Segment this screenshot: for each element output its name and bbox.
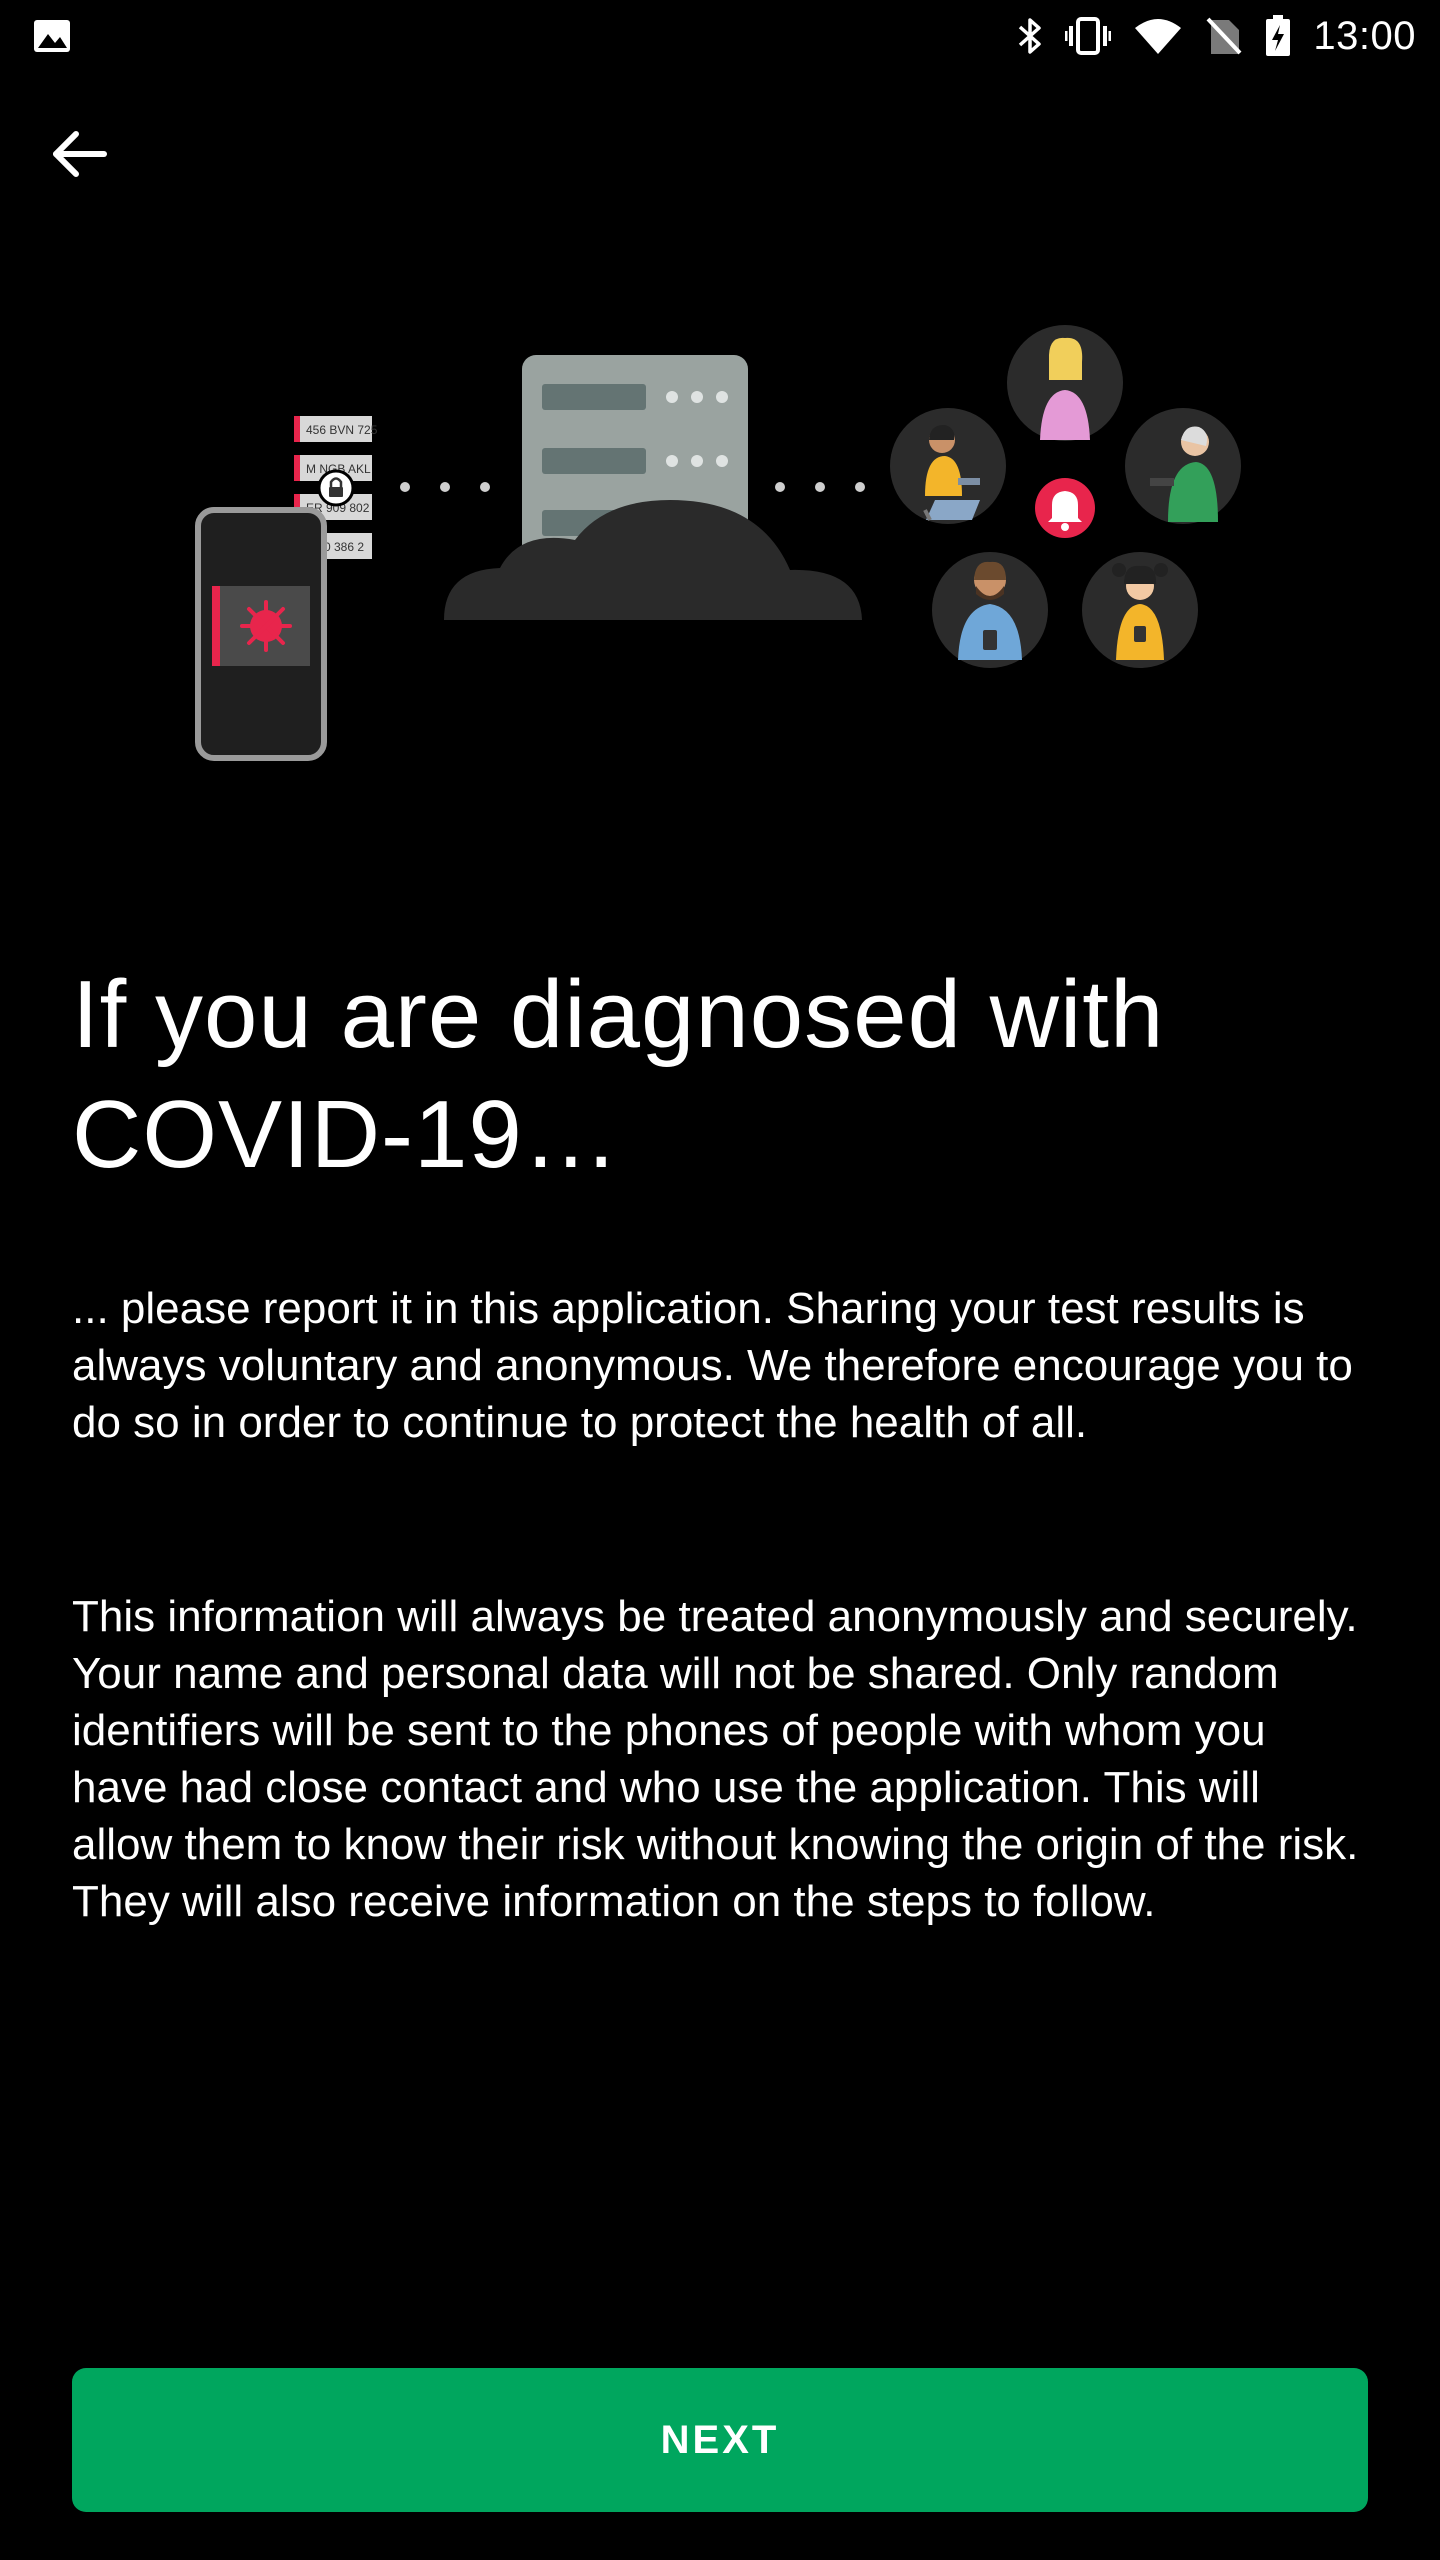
bell-icon [1031,474,1099,542]
phone-icon [195,507,327,761]
status-bar: 13:00 [0,0,1440,72]
virus-icon [240,600,292,652]
contacts-group [890,325,1241,668]
onboarding-illustration: 456 BVN 725 M NGB AKL ER 909 802 0 386 2 [0,300,1440,780]
status-icons: 13:00 [1017,8,1416,64]
bluetooth-icon [1017,16,1043,56]
description-paragraph-2: This information will always be treated … [72,1592,1359,1926]
vibrate-icon [1065,16,1112,56]
transfer-dots-right [775,482,865,492]
status-time: 13:00 [1313,13,1416,58]
id-tag-1: 456 BVN 725 [306,423,378,437]
arrow-left-icon [48,129,108,184]
description-paragraph-1: ... please report it in this application… [72,1284,1353,1447]
page-title: If you are diagnosed with COVID-19… [72,961,1165,1188]
wifi-icon [1133,16,1183,56]
no-sim-icon [1205,16,1243,56]
server-cloud-icon [444,355,862,620]
transfer-dots-left [400,482,490,492]
battery-charging-icon [1265,15,1291,57]
id-tag-4: 0 386 2 [324,540,364,554]
next-button[interactable]: NEXT [72,2368,1368,2512]
image-icon [32,16,72,56]
back-button[interactable] [48,104,158,208]
